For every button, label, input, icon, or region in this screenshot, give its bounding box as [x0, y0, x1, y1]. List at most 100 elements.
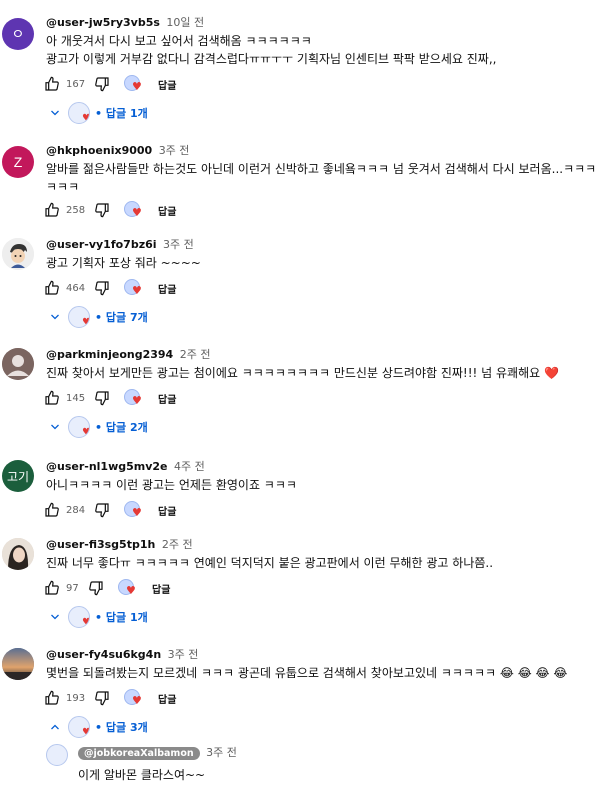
comment-text: 진짜 찾아서 보게만든 광고는 첨이에요 ㅋㅋㅋㅋㅋㅋㅋㅋ 만드신분 상드려야함…	[46, 364, 559, 382]
reply-header: @jobkoreaXalbamon 3주 전	[78, 744, 237, 760]
hide-replies-button[interactable]: ♥ • 답글 3개	[48, 716, 148, 738]
creator-avatar[interactable]	[46, 744, 68, 766]
view-replies-button[interactable]: ♥ • 답글 1개	[48, 606, 148, 628]
comment-line: 진짜 찾아서 보게만든 광고는 첨이에요 ㅋㅋㅋㅋㅋㅋㅋㅋ 만드신분 상드려야함…	[46, 366, 559, 380]
replies-count-label[interactable]: • 답글 1개	[95, 609, 148, 625]
thumbs-up-icon[interactable]	[44, 76, 60, 92]
comment-author[interactable]: @hkphoenix9000	[46, 144, 152, 157]
comment-text: 아 개웃겨서 다시 보고 싶어서 검색해옴 ㅋㅋㅋㅋㅋㅋ 광고가 이렇게 거부감…	[46, 32, 496, 68]
comment-line: 광고 기획자 포상 줘라 ~~~~	[46, 256, 201, 270]
comment-item: ㅇ @user-jw5ry3vb5s 10일 전 아 개웃겨서 다시 보고 싶어…	[0, 14, 598, 124]
comment-time[interactable]: 10일 전	[166, 16, 204, 29]
view-replies-button[interactable]: ♥ • 답글 1개	[48, 102, 148, 124]
thumbs-down-icon[interactable]	[94, 502, 110, 518]
comment-author[interactable]: @parkminjeong2394	[46, 348, 173, 361]
reply-text: 이게 알바몬 클라스여~~	[78, 768, 206, 782]
chevron-down-icon	[48, 610, 62, 624]
default-avatar-icon	[2, 348, 34, 380]
creator-avatar: ♥	[68, 102, 90, 124]
comment-time[interactable]: 2주 전	[162, 538, 193, 551]
reply-button[interactable]: 답글	[158, 391, 176, 406]
thumbs-up-icon[interactable]	[44, 580, 60, 596]
like-count: 167	[66, 78, 86, 90]
replies-count-label[interactable]: • 답글 7개	[95, 309, 148, 325]
replies-count-label[interactable]: • 답글 2개	[95, 419, 148, 435]
view-replies-button[interactable]: ♥ • 답글 2개	[48, 416, 148, 438]
avatar[interactable]: Z	[2, 146, 34, 178]
comment-actions: 193 ♥ 답글	[44, 688, 176, 708]
avatar-image	[2, 238, 34, 270]
creator-avatar: ♥	[68, 416, 90, 438]
thumbs-up-icon[interactable]	[44, 390, 60, 406]
thumbs-up-icon[interactable]	[44, 502, 60, 518]
comment-time[interactable]: 3주 전	[168, 648, 199, 661]
comment-actions: 258 ♥ 답글	[44, 200, 176, 220]
comment-line: 몇번을 되돌려봤는지 모르겠네 ㅋㅋㅋ 광곤데 유툽으로 검색해서 찾아보고있네…	[46, 666, 568, 680]
reply-button[interactable]: 답글	[158, 503, 176, 518]
thumbs-up-icon[interactable]	[44, 280, 60, 296]
creator-avatar: ♥	[68, 716, 90, 738]
thumbs-down-icon[interactable]	[94, 690, 110, 706]
comment-text: 알바를 젊은사람들만 하는것도 아닌데 이런거 신박하고 좋네욬ㅋㅋㅋ 넘 웃겨…	[46, 160, 598, 196]
replies-count-label[interactable]: • 답글 1개	[95, 105, 148, 121]
comment-header: @parkminjeong2394 2주 전	[46, 346, 210, 362]
replies-count-label[interactable]: • 답글 3개	[95, 719, 148, 735]
reply-time[interactable]: 3주 전	[206, 746, 237, 759]
like-count: 97	[66, 582, 79, 594]
like-count: 258	[66, 204, 86, 216]
chevron-down-icon	[48, 310, 62, 324]
creator-heart-icon: ♥	[124, 75, 144, 93]
comment-line: 알바를 젊은사람들만 하는것도 아닌데 이런거 신박하고 좋네욬ㅋㅋㅋ 넘 웃겨…	[46, 162, 598, 176]
comment-item: 고기 @user-nl1wg5mv2e 4주 전 아니ㅋㅋㅋㅋ 이런 광고는 언…	[0, 458, 598, 528]
comment-author[interactable]: @user-nl1wg5mv2e	[46, 460, 168, 473]
view-replies-button[interactable]: ♥ • 답글 7개	[48, 306, 148, 328]
reply-button[interactable]: 답글	[158, 203, 176, 218]
avatar-image	[2, 538, 34, 570]
creator-heart-icon: ♥	[124, 279, 144, 297]
comment-text: 몇번을 되돌려봤는지 모르겠네 ㅋㅋㅋ 광곤데 유툽으로 검색해서 찾아보고있네…	[46, 664, 567, 682]
avatar[interactable]	[2, 348, 34, 380]
reply-button[interactable]: 답글	[152, 581, 170, 596]
comment-time[interactable]: 4주 전	[174, 460, 205, 473]
comment-author[interactable]: @user-vy1fo7bz6i	[46, 238, 157, 251]
comment-author[interactable]: @user-jw5ry3vb5s	[46, 16, 160, 29]
creator-heart-icon: ♥	[124, 201, 144, 219]
comment-actions: 97 ♥ 답글	[44, 578, 170, 598]
chevron-down-icon	[48, 420, 62, 434]
thumbs-down-icon[interactable]	[94, 202, 110, 218]
comment-header: @user-jw5ry3vb5s 10일 전	[46, 14, 204, 30]
thumbs-down-icon[interactable]	[94, 76, 110, 92]
comment-actions: 284 ♥ 답글	[44, 500, 176, 520]
avatar[interactable]: ㅇ	[2, 18, 34, 50]
like-count: 145	[66, 392, 86, 404]
avatar[interactable]: 고기	[2, 460, 34, 492]
reply-button[interactable]: 답글	[158, 691, 176, 706]
comment-item: @user-fy4su6kg4n 3주 전 몇번을 되돌려봤는지 모르겠네 ㅋㅋ…	[0, 646, 598, 746]
comment-time[interactable]: 2주 전	[180, 348, 211, 361]
creator-author-badge[interactable]: @jobkoreaXalbamon	[78, 747, 200, 760]
reply-button[interactable]: 답글	[158, 281, 176, 296]
comment-actions: 464 ♥ 답글	[44, 278, 176, 298]
thumbs-up-icon[interactable]	[44, 690, 60, 706]
avatar[interactable]	[2, 538, 34, 570]
comment-header: @user-nl1wg5mv2e 4주 전	[46, 458, 205, 474]
thumbs-down-icon[interactable]	[88, 580, 104, 596]
reply-button[interactable]: 답글	[158, 77, 176, 92]
comment-author[interactable]: @user-fy4su6kg4n	[46, 648, 161, 661]
avatar[interactable]	[2, 648, 34, 680]
like-count: 193	[66, 692, 86, 704]
creator-heart-icon: ♥	[124, 689, 144, 707]
comment-item: @parkminjeong2394 2주 전 진짜 찾아서 보게만든 광고는 첨…	[0, 346, 598, 446]
thumbs-up-icon[interactable]	[44, 202, 60, 218]
comment-author[interactable]: @user-fi3sg5tp1h	[46, 538, 155, 551]
comment-time[interactable]: 3주 전	[159, 144, 190, 157]
creator-heart-icon: ♥	[124, 389, 144, 407]
thumbs-down-icon[interactable]	[94, 390, 110, 406]
comment-header: @hkphoenix9000 3주 전	[46, 142, 189, 158]
comment-time[interactable]: 3주 전	[163, 238, 194, 251]
avatar[interactable]	[2, 238, 34, 270]
chevron-up-icon	[48, 720, 62, 734]
comment-text: 광고 기획자 포상 줘라 ~~~~	[46, 254, 201, 272]
thumbs-down-icon[interactable]	[94, 280, 110, 296]
creator-avatar: ♥	[68, 606, 90, 628]
